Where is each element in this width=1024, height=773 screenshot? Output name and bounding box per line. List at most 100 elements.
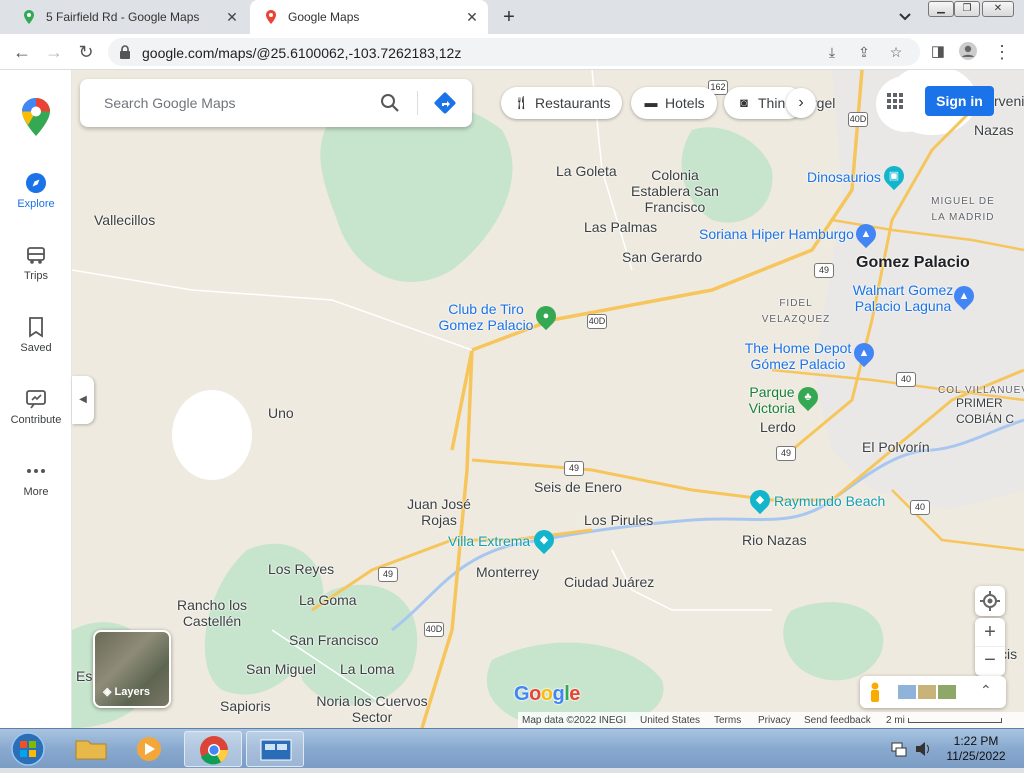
sidebar-item-trips[interactable]: Trips: [0, 244, 72, 282]
tab-google-maps[interactable]: Google Maps ✕: [250, 0, 488, 34]
my-location-button[interactable]: [975, 586, 1005, 616]
place-label[interactable]: Los Reyes: [268, 561, 334, 577]
sidebar-item-contribute[interactable]: Contribute: [0, 388, 72, 426]
chevron-down-icon[interactable]: [896, 8, 914, 26]
close-window-button[interactable]: ✕: [982, 1, 1014, 17]
place-label[interactable]: Noria los Cuervos Sector: [312, 693, 432, 725]
place-label[interactable]: Juan José Rojas: [404, 496, 474, 528]
tab-fairfield[interactable]: 5 Fairfield Rd - Google Maps ✕: [8, 0, 248, 34]
install-icon[interactable]: ⤓: [824, 44, 840, 60]
poi-marker-icon[interactable]: ▣: [879, 161, 909, 191]
chips-next-button[interactable]: ›: [786, 88, 816, 118]
place-label[interactable]: La Goleta: [556, 163, 617, 179]
poi-label[interactable]: Villa Extrema: [448, 533, 530, 549]
place-label[interactable]: La Loma: [340, 661, 394, 677]
place-label[interactable]: Seis de Enero: [534, 479, 622, 495]
place-label[interactable]: Lerdo: [760, 419, 796, 435]
share-icon[interactable]: ⇪: [856, 44, 872, 60]
map-canvas[interactable]: Vallecillos La Goleta Colonia Establera …: [72, 70, 1024, 728]
place-label[interactable]: Uno: [268, 405, 294, 421]
remote-desktop-taskbar-button[interactable]: [246, 731, 304, 767]
place-label[interactable]: San Gerardo: [622, 249, 702, 265]
profile-icon[interactable]: [958, 41, 978, 61]
search-input[interactable]: Search Google Maps: [104, 95, 236, 111]
place-label[interactable]: Es: [76, 668, 92, 684]
chip-hotels[interactable]: ▬ Hotels: [631, 87, 717, 119]
send-feedback-link[interactable]: Send feedback: [804, 715, 871, 726]
address-bar[interactable]: google.com/maps/@25.6100062,-103.7262183…: [108, 38, 920, 66]
poi-label[interactable]: Soriana Hiper Hamburgo: [699, 226, 854, 242]
satellite-thumb-icon[interactable]: [938, 685, 956, 699]
poi-label[interactable]: The Home Depot Gómez Palacio: [742, 340, 854, 372]
park-marker-icon[interactable]: ♣: [793, 382, 823, 412]
poi-label[interactable]: Walmart Gomez Palacio Laguna: [848, 282, 958, 314]
place-label[interactable]: Rancho los Castellén: [172, 597, 252, 629]
terrain-thumb-icon[interactable]: [918, 685, 936, 699]
sidebar-item-more[interactable]: More: [0, 460, 72, 498]
place-label[interactable]: Las Palmas: [584, 219, 657, 235]
side-panel-icon[interactable]: ◨: [928, 42, 948, 62]
apps-grid-icon[interactable]: [886, 92, 904, 110]
place-label[interactable]: Colonia Establera San Francisco: [630, 167, 720, 215]
forward-icon[interactable]: →: [44, 42, 64, 62]
zoom-out-button[interactable]: −: [975, 647, 1005, 675]
chip-restaurants[interactable]: 🍴︎ Restaurants: [501, 87, 623, 119]
start-button-icon[interactable]: [8, 731, 48, 767]
poi-label[interactable]: Raymundo Beach: [774, 493, 885, 509]
poi-marker-icon[interactable]: ◆: [745, 485, 775, 515]
place-label[interactable]: Ciudad Juárez: [564, 574, 654, 590]
place-label[interactable]: Sapioris: [220, 698, 271, 714]
place-label[interactable]: Nazas: [974, 122, 1014, 138]
layers-button[interactable]: ◈ Layers: [93, 630, 171, 708]
zoom-in-button[interactable]: +: [975, 618, 1005, 647]
reload-icon[interactable]: ↻: [76, 42, 96, 62]
place-label[interactable]: Rio Nazas: [742, 532, 807, 548]
shopping-marker-icon[interactable]: ▲: [851, 219, 881, 249]
star-icon[interactable]: ☆: [888, 44, 904, 60]
sign-in-button[interactable]: Sign in: [925, 86, 994, 116]
close-tab-icon[interactable]: ✕: [464, 9, 480, 25]
poi-marker-icon[interactable]: ●: [531, 301, 561, 331]
back-icon[interactable]: ←: [12, 42, 32, 62]
place-label[interactable]: Vallecillos: [94, 212, 155, 228]
poi-label[interactable]: Club de Tiro Gomez Palacio: [436, 301, 536, 333]
privacy-link[interactable]: Privacy: [758, 715, 791, 726]
city-label[interactable]: Gomez Palacio: [856, 255, 970, 271]
place-label[interactable]: Los Pirules: [584, 512, 653, 528]
terms-link[interactable]: Terms: [714, 715, 741, 726]
search-icon[interactable]: [380, 93, 400, 113]
google-maps-logo-icon[interactable]: [22, 98, 50, 136]
place-label[interactable]: rvenir: [994, 93, 1024, 109]
new-tab-button[interactable]: +: [498, 6, 520, 28]
close-tab-icon[interactable]: ✕: [224, 9, 240, 25]
minimize-button[interactable]: ▁: [928, 1, 954, 17]
maximize-button[interactable]: ❐: [954, 1, 980, 17]
sidebar-item-explore[interactable]: Explore: [0, 172, 72, 210]
map-thumb-icon[interactable]: [898, 685, 916, 699]
park-label[interactable]: Parque Victoria: [742, 384, 802, 416]
network-icon[interactable]: [890, 741, 908, 757]
place-label[interactable]: Monterrey: [476, 564, 539, 580]
poi-label[interactable]: Dinosaurios: [807, 169, 881, 185]
place-label[interactable]: San Miguel: [246, 661, 316, 677]
poi-marker-icon[interactable]: ◆: [529, 525, 559, 555]
shopping-marker-icon[interactable]: ▲: [849, 338, 879, 368]
pegman-icon[interactable]: [868, 682, 882, 702]
sidebar-item-saved[interactable]: Saved: [0, 316, 72, 354]
country-link[interactable]: United States: [640, 715, 700, 726]
clock[interactable]: 1:22 PM 11/25/2022: [940, 734, 1012, 764]
place-label[interactable]: La Goma: [299, 592, 357, 608]
media-player-taskbar-button[interactable]: [120, 731, 178, 767]
search-box[interactable]: Search Google Maps: [80, 79, 472, 127]
place-label[interactable]: San Francisco: [289, 632, 378, 648]
directions-icon[interactable]: [433, 91, 457, 115]
place-label[interactable]: El Polvorín: [862, 439, 930, 455]
chrome-taskbar-button[interactable]: [184, 731, 242, 767]
collapse-panel-button[interactable]: ◀: [72, 376, 94, 424]
volume-icon[interactable]: [914, 741, 932, 757]
expand-icon[interactable]: ⌃: [980, 682, 992, 699]
explorer-taskbar-button[interactable]: [62, 731, 120, 767]
menu-icon[interactable]: ⋮: [992, 42, 1012, 62]
shopping-marker-icon[interactable]: ▲: [949, 281, 979, 311]
scale-label[interactable]: 2 mi: [886, 715, 905, 726]
